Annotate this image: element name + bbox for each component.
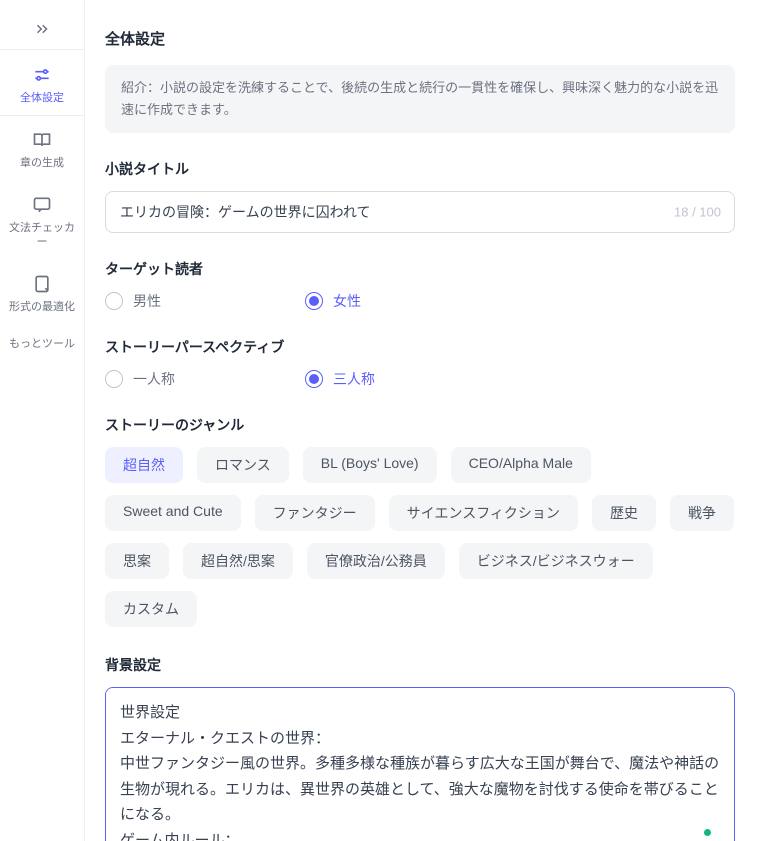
genre-chip[interactable]: ロマンス [197,447,289,483]
intro-box: 紹介：小説の設定を洗練することで、後続の生成と続行の一貫性を確保し、興味深く魅力… [105,65,735,133]
novel-title-count: 18 / 100 [674,205,721,220]
audience-label: ターゲット読者 [105,259,735,279]
sidebar: 全体設定 章の生成 文法チェッカー 形式の最適化 もっとツール [0,0,85,841]
radio-label: 一人称 [133,369,175,389]
chat-check-icon [31,194,53,216]
genre-chip[interactable]: Sweet and Cute [105,495,241,531]
genre-label: ストーリーのジャンル [105,415,735,435]
genre-chip[interactable]: 歴史 [592,495,656,531]
radio-label: 男性 [133,291,161,311]
audience-option-female[interactable]: 女性 [305,291,505,311]
genre-chip[interactable]: 超自然/思案 [183,543,293,579]
book-open-icon [31,129,53,151]
genre-chip[interactable]: 超自然 [105,447,183,483]
sidebar-item-chapter-gen[interactable]: 章の生成 [0,115,84,180]
novel-title-label: 小説タイトル [105,159,735,179]
genre-chip[interactable]: BL (Boys' Love) [303,447,437,483]
background-textarea[interactable] [105,687,735,841]
sidebar-item-label: 全体設定 [20,92,64,105]
sidebar-item-label: もっとツール [9,338,75,351]
genre-chip[interactable]: ファンタジー [255,495,375,531]
perspective-radio-group: 一人称 三人称 [105,369,735,389]
novel-title-wrap: 18 / 100 [105,191,735,233]
radio-icon [105,292,123,310]
background-wrap: 1000 / 1000 [105,687,735,841]
sidebar-item-label: 章の生成 [20,157,64,170]
genre-chip[interactable]: 思案 [105,543,169,579]
sidebar-item-label: 文法チェッカー [4,222,80,248]
radio-icon [305,370,323,388]
perspective-option-first[interactable]: 一人称 [105,369,305,389]
sidebar-item-more-tools[interactable]: もっとツール [0,324,84,361]
sidebar-item-format-opt[interactable]: 形式の最適化 [0,259,84,324]
genre-chip[interactable]: ビジネス/ビジネスウォー [459,543,653,579]
chevron-double-right-icon [33,20,51,38]
sidebar-expand-button[interactable] [0,8,84,50]
main-content: 全体設定 紹介：小説の設定を洗練することで、後続の生成と続行の一貫性を確保し、興… [85,0,759,841]
audience-radio-group: 男性 女性 [105,291,735,311]
novel-title-input[interactable] [105,191,735,233]
page-title: 全体設定 [105,28,735,49]
sidebar-item-grammar-check[interactable]: 文法チェッカー [0,180,84,258]
genre-chip-group: 超自然ロマンス BL (Boys' Love) CEO/Alpha Male Swee… [105,447,735,627]
sidebar-item-label: 形式の最適化 [9,301,75,314]
sliders-icon [31,64,53,86]
genre-chip[interactable]: カスタム [105,591,197,627]
audience-option-male[interactable]: 男性 [105,291,305,311]
background-label: 背景設定 [105,655,735,675]
radio-icon [105,370,123,388]
genre-chip[interactable]: サイエンスフィクション [389,495,578,531]
document-check-icon [31,273,53,295]
perspective-option-third[interactable]: 三人称 [305,369,505,389]
perspective-label: ストーリーパースペクティブ [105,337,735,357]
radio-label: 三人称 [333,369,375,389]
genre-chip[interactable]: 官僚政治/公務員 [307,543,445,579]
genre-chip[interactable]: CEO/Alpha Male [451,447,591,483]
sidebar-item-overall-settings[interactable]: 全体設定 [0,50,84,115]
genre-chip[interactable]: 戦争 [670,495,734,531]
radio-label: 女性 [333,291,361,311]
radio-icon [305,292,323,310]
